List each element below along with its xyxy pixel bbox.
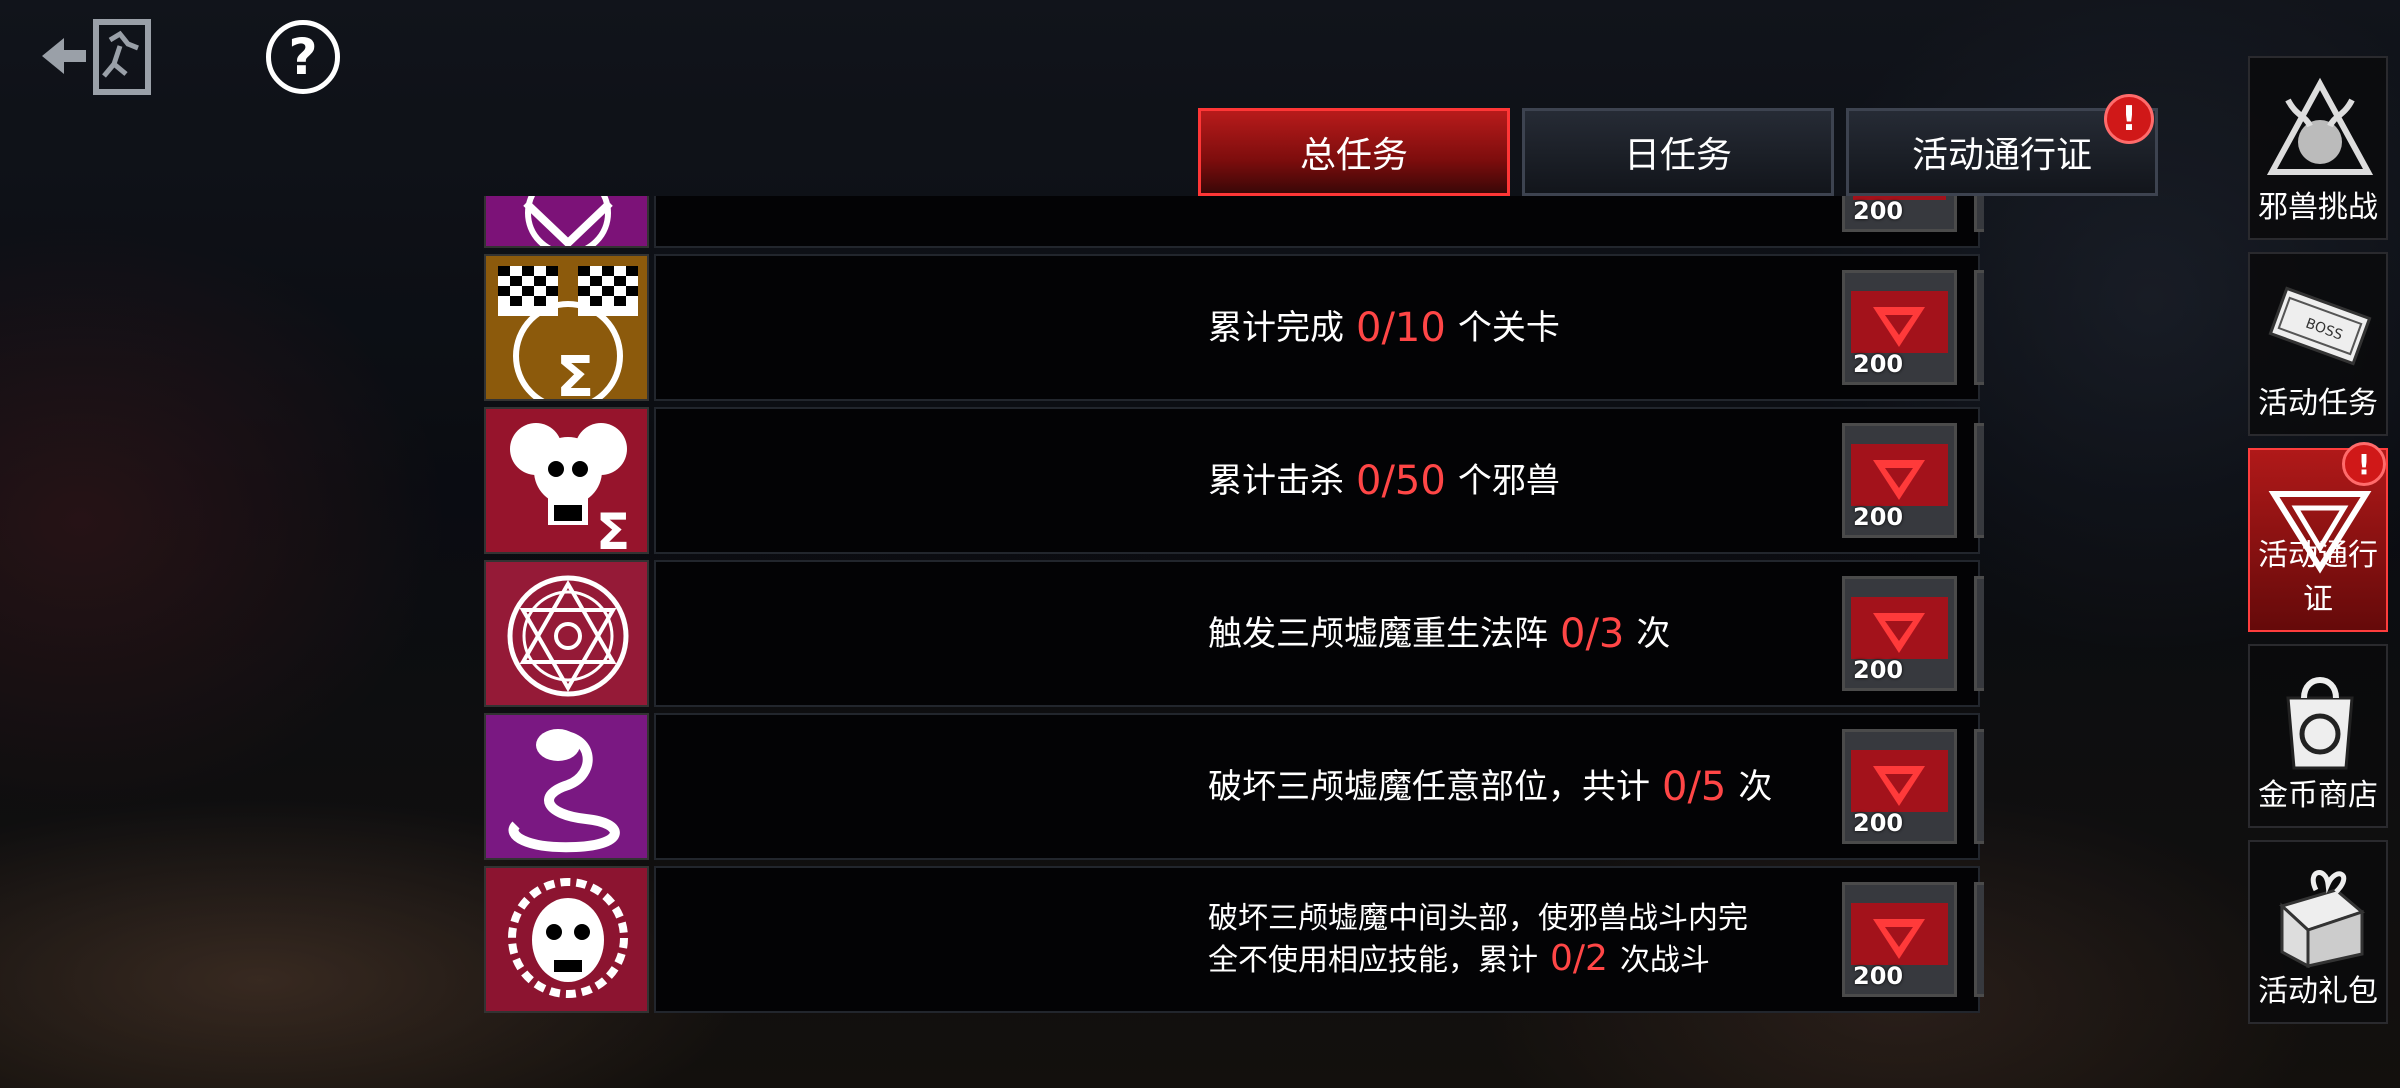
task-description: 累计击杀 0/50 个邪兽 — [1208, 407, 1808, 554]
sidebar-label: 金币商店 — [2258, 778, 2378, 813]
task-text: 次战斗 — [1619, 942, 1710, 978]
reward-slot[interactable]: 200 — [1842, 882, 1957, 997]
task-description: 触发三颅墟魔重生法阵 0/3 次 — [1208, 560, 1808, 707]
reward-slot[interactable]: 200 — [1842, 423, 1957, 538]
task-progress: 0/2 — [1550, 937, 1608, 979]
checkered-flags-icon: Σ — [498, 266, 638, 401]
task-row: 触发三颅墟魔重生法阵 0/3 次 200 5000 add — [484, 560, 1984, 707]
sidebar-label: 活动礼包 — [2258, 974, 2378, 1009]
task-list[interactable]: 200 5000 Σ — [484, 196, 1984, 1026]
reward-slot[interactable]: 5000 — [1974, 196, 1984, 232]
task-badge: Σ — [484, 407, 649, 554]
tab-daily-tasks[interactable]: 日任务 — [1522, 108, 1834, 196]
task-text: 次 — [1636, 613, 1671, 654]
sidebar-label: 邪兽挑战 — [2258, 190, 2378, 225]
sidebar-label: 活动通行证 — [2258, 538, 2378, 617]
cobra-icon — [508, 729, 620, 853]
reward-slot[interactable]: 200 — [1842, 729, 1957, 844]
task-text-line: 全不使用相应技能，累计 0/2 次战斗 — [1208, 937, 1710, 981]
task-progress: 0/5 — [1662, 763, 1727, 810]
ticket-icon: BOSS — [2268, 286, 2372, 366]
reward-quantity: 200 — [1853, 503, 1904, 531]
task-row: Σ 累计完成 0/10 个关卡 200 5000 add — [484, 254, 1984, 401]
cash-stack-icon — [1983, 591, 1984, 662]
task-row: Σ 累计击杀 0/50 个邪兽 200 1 add — [484, 407, 1984, 554]
reward-quantity: 200 — [1853, 197, 1904, 225]
exit-door-icon — [42, 19, 151, 95]
task-text: 破坏三颅墟魔任意部位，共计 — [1208, 766, 1650, 807]
task-progress: 0/3 — [1560, 610, 1625, 657]
task-badge — [484, 713, 649, 860]
alert-badge: ! — [2342, 442, 2386, 486]
task-badge: Σ — [484, 254, 649, 401]
cash-stack-icon — [1983, 285, 1984, 356]
reward-quantity: 200 — [1853, 350, 1904, 378]
task-text: 触发三颅墟魔重生法阵 — [1208, 613, 1548, 654]
reward-quantity: 200 — [1853, 656, 1904, 684]
sidebar-item-coin-shop[interactable]: 金币商店 — [2248, 644, 2388, 828]
task-description: 累计完成 0/10 个关卡 — [1208, 254, 1808, 401]
tab-label: 日任务 — [1623, 135, 1732, 176]
reward-quantity: 200 — [1853, 809, 1904, 837]
magic-circle-icon — [507, 575, 629, 697]
task-badge — [484, 196, 649, 248]
help-button[interactable]: ? — [266, 20, 340, 94]
tab-label: 活动通行证 — [1911, 135, 2092, 176]
reward-slot[interactable]: 200 — [1842, 270, 1957, 385]
task-row: 破坏三颅墟魔任意部位，共计 0/5 次 200 5000 add — [484, 713, 1984, 860]
task-text-line: 破坏三颅墟魔中间头部，使邪兽战斗内完 — [1208, 900, 1748, 936]
sidebar-label: 活动任务 — [2258, 386, 2378, 421]
gold-chest-icon — [1977, 426, 1984, 535]
task-text: 个关卡 — [1457, 307, 1560, 348]
task-text: 累计击杀 — [1208, 460, 1344, 501]
tab-total-tasks[interactable]: 总任务 — [1198, 108, 1510, 196]
sidebar-item-beast-challenge[interactable]: 邪兽挑战 — [2248, 56, 2388, 240]
task-text: 次 — [1738, 766, 1773, 807]
reward-quantity: 200 — [1853, 962, 1904, 990]
task-text: 个邪兽 — [1457, 460, 1560, 501]
task-panel — [654, 196, 1980, 248]
shopping-bag-icon — [2286, 677, 2354, 770]
reward-slot[interactable]: 200 — [1842, 576, 1957, 691]
gift-box-icon — [2279, 870, 2366, 968]
alert-badge: ! — [2104, 94, 2154, 144]
sidebar-item-event-gift[interactable]: 活动礼包 — [2248, 840, 2388, 1024]
task-text: 全不使用相应技能，累计 — [1208, 942, 1538, 978]
reward-slot[interactable]: 5000 — [1974, 882, 1984, 997]
reward-slot[interactable]: 200 — [1842, 196, 1957, 232]
reward-slot[interactable]: 5000 — [1974, 576, 1984, 691]
task-progress: 0/10 — [1356, 304, 1446, 351]
cash-stack-icon — [1983, 744, 1984, 815]
back-button[interactable] — [34, 16, 164, 98]
task-row: 200 5000 — [484, 196, 1984, 248]
task-badge — [484, 866, 649, 1013]
lion-skull-icon — [508, 878, 628, 998]
star-emblem-icon — [523, 196, 613, 246]
skulls-icon: Σ — [510, 423, 630, 554]
reward-slot[interactable]: 5000 — [1974, 270, 1984, 385]
task-row: 破坏三颅墟魔中间头部，使邪兽战斗内完 全不使用相应技能，累计 0/2 次战斗 200… — [484, 866, 1984, 1013]
sidebar-item-event-tasks[interactable]: BOSS 活动任务 — [2248, 252, 2388, 436]
task-badge — [484, 560, 649, 707]
question-mark-icon: ? — [288, 28, 318, 86]
svg-text:Σ: Σ — [596, 503, 630, 554]
beast-triangle-icon — [2266, 77, 2374, 175]
reward-slot[interactable]: 5000 — [1974, 729, 1984, 844]
tab-label: 总任务 — [1299, 135, 1408, 176]
task-description: 破坏三颅墟魔中间头部，使邪兽战斗内完 全不使用相应技能，累计 0/2 次战斗 — [1208, 866, 1808, 1013]
cash-stack-icon — [1977, 196, 1984, 229]
task-progress: 0/50 — [1356, 457, 1446, 504]
reward-slot[interactable]: 1 — [1974, 423, 1984, 538]
task-description: 破坏三颅墟魔任意部位，共计 0/5 次 — [1208, 713, 1808, 860]
task-text: 累计完成 — [1208, 307, 1344, 348]
svg-text:Σ: Σ — [556, 345, 594, 401]
cash-stack-icon — [1983, 897, 1984, 968]
